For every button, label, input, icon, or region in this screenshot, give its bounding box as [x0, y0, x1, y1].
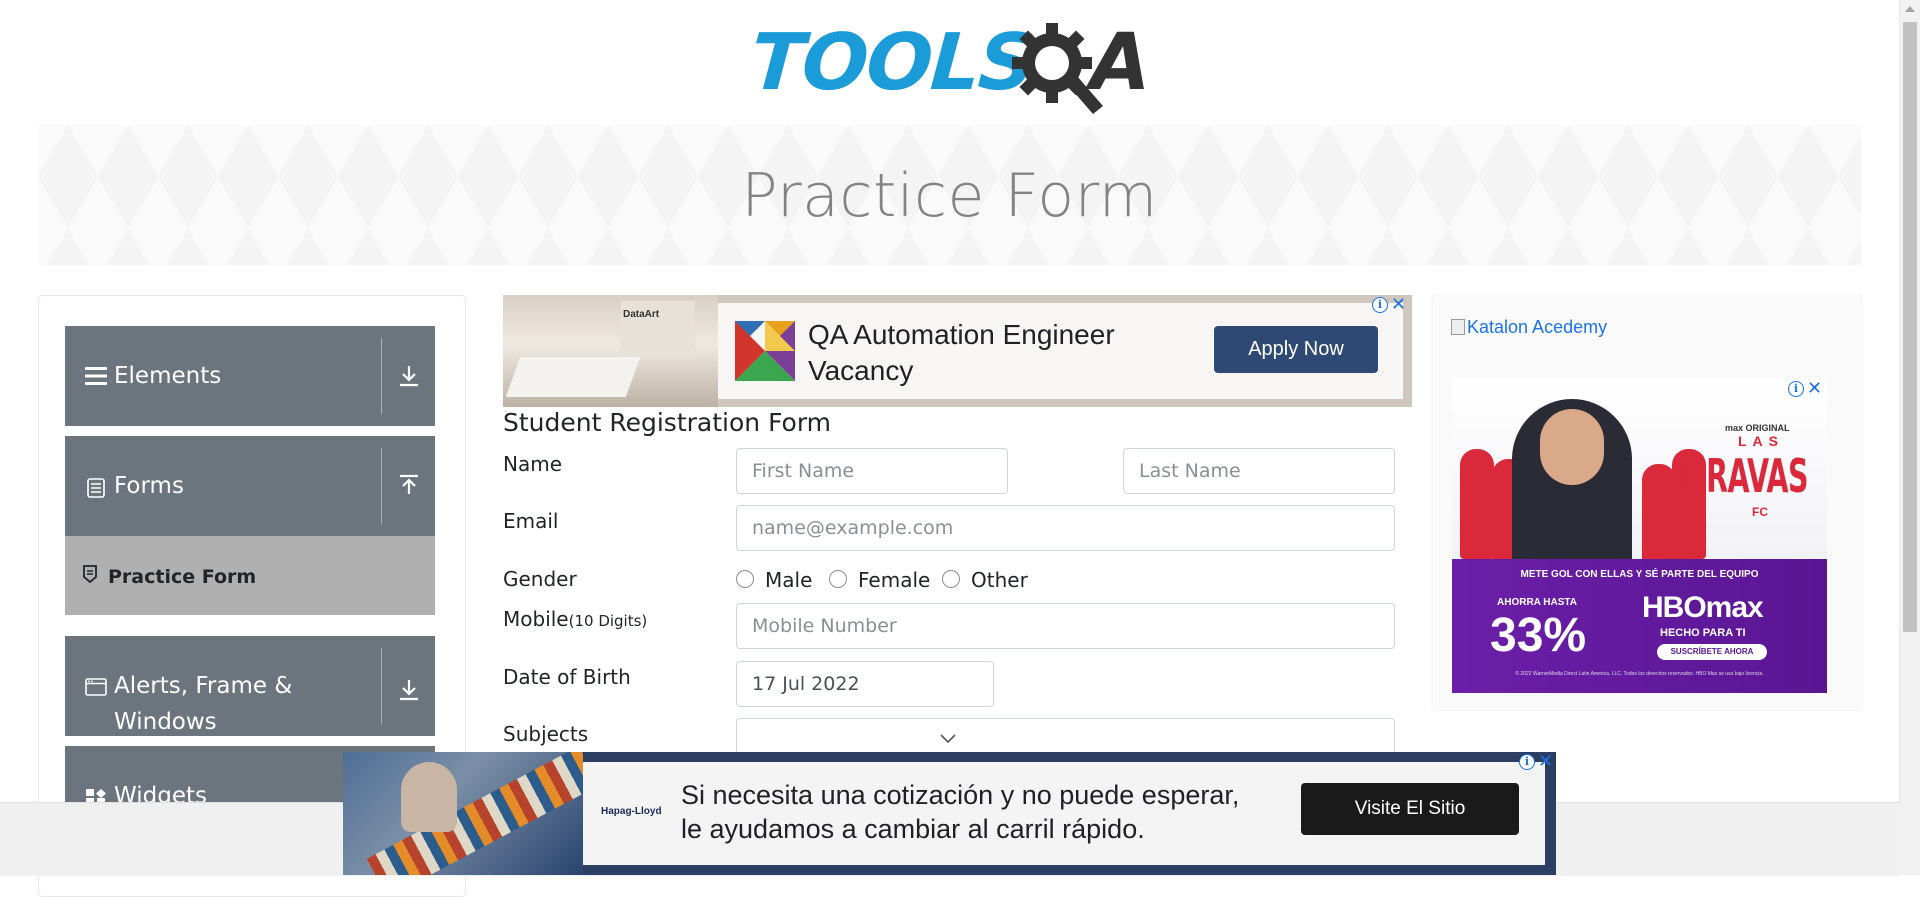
mobile-label-text: Mobile [503, 607, 569, 631]
ad-photo-brand: DataArt [623, 309, 660, 320]
date-of-birth-input[interactable]: 17 Jul 2022 [736, 661, 994, 707]
ad-text-line1: Si necesita una cotización y no puede es… [681, 780, 1240, 810]
email-input[interactable]: name@example.com [736, 505, 1395, 551]
ad-fc-text: FC [1752, 505, 1768, 519]
upload-arrow-icon[interactable] [395, 472, 423, 500]
ad-choices-controls[interactable]: i ✕ [1519, 752, 1553, 770]
mobile-hint: (10 Digits) [568, 612, 648, 630]
scrollbar-thumb[interactable] [1903, 22, 1917, 632]
nav-group-alerts-frame-windows[interactable]: Alerts, Frame & Windows [65, 636, 435, 736]
ad-info-icon[interactable]: i [1788, 381, 1804, 397]
ad-info-icon[interactable]: i [1519, 754, 1535, 770]
ad-headline: QA Automation Engineer Vacancy [808, 319, 1115, 386]
radio-circle[interactable] [942, 570, 960, 588]
toolsqa-logo[interactable]: TOOLS A [745, 14, 1165, 114]
hapag-lloyd-logo: Hapag-Lloyd [601, 806, 662, 817]
ad-banner-top[interactable]: DataArt QA Automation Engineer Vacancy A… [503, 295, 1412, 407]
document-icon [87, 478, 105, 498]
radio-label[interactable]: Male [765, 568, 812, 592]
nav-group-label: Elements [114, 363, 222, 389]
hamburger-icon [85, 367, 107, 385]
radio-label[interactable]: Other [971, 568, 1028, 592]
nav-item-practice-form[interactable]: Practice Form [65, 536, 435, 615]
ad-discount-percent: 33% [1490, 609, 1587, 662]
ad-card: Hapag-Lloyd Si necesita una cotización y… [583, 762, 1545, 865]
nav-group-divider [381, 648, 382, 724]
page-title: Practice Form [741, 161, 1158, 231]
logo-text-a: A [1090, 18, 1151, 108]
katalon-academy-broken-image[interactable]: Katalon Acedemy [1451, 317, 1607, 338]
ad-card: QA Automation Engineer Vacancy Apply Now [718, 303, 1403, 399]
broken-image-alt-text[interactable]: Katalon Acedemy [1467, 317, 1607, 337]
apply-now-button[interactable]: Apply Now [1214, 326, 1378, 373]
ad-poster-bottom: METE GOL CON ELLAS Y SÉ PARTE DEL EQUIPO… [1452, 559, 1827, 693]
ad-choices-controls[interactable]: i ✕ [1788, 379, 1822, 397]
nav-group-label: Forms [114, 473, 184, 499]
ad-office-photo: DataArt [503, 295, 718, 407]
ad-text-line2: le ayudamos a cambiar al carril rápido. [681, 814, 1145, 844]
page-scrollbar[interactable] [1899, 0, 1920, 875]
ad-ahorra-text: AHORRA HASTA [1497, 597, 1577, 608]
nav-group-divider [381, 338, 382, 414]
broken-image-icon [1451, 319, 1465, 335]
ad-photo-desk [505, 357, 641, 397]
ad-text: Si necesita una cotización y no puede es… [681, 778, 1261, 846]
hbomax-las-bravas-ad[interactable]: max ORIGINAL LAS BRAVAS FC METE GOL CON … [1452, 379, 1827, 693]
page-banner: Practice Form [38, 125, 1861, 265]
nav-group-label-line1: Alerts, Frame & [114, 673, 293, 699]
dataart-kite-logo-icon [735, 321, 795, 381]
nav-group-forms[interactable]: Forms [65, 436, 435, 536]
radio-circle[interactable] [829, 570, 847, 588]
visit-site-button[interactable]: Visite El Sitio [1301, 783, 1519, 835]
ad-close-icon[interactable]: ✕ [1538, 752, 1553, 770]
subjects-input[interactable] [736, 718, 1395, 752]
ad-poster-top: max ORIGINAL LAS BRAVAS FC [1452, 379, 1827, 574]
nav-group-elements[interactable]: Elements [65, 326, 435, 426]
ad-banner-bottom[interactable]: Hapag-Lloyd Si necesita una cotización y… [343, 752, 1556, 875]
nav-group-label-line2: Windows [114, 709, 217, 735]
ad-player-figure [1642, 464, 1676, 574]
last-name-input[interactable]: Last Name [1123, 448, 1395, 494]
ad-ship-containers [366, 752, 583, 875]
ad-bravas-title: BRAVAS [1685, 449, 1808, 503]
nav-item-label: Practice Form [108, 566, 257, 588]
window-icon [85, 678, 107, 696]
ad-player-figure [1460, 449, 1494, 559]
radio-label[interactable]: Female [858, 568, 930, 592]
ad-choices-controls[interactable]: i ✕ [1372, 295, 1406, 313]
ad-las-text: LAS [1738, 433, 1784, 449]
ad-info-icon[interactable]: i [1372, 297, 1388, 313]
mobile-number-input[interactable]: Mobile Number [736, 603, 1395, 649]
ad-tagline: METE GOL CON ELLAS Y SÉ PARTE DEL EQUIPO [1520, 569, 1759, 580]
chevron-down-icon[interactable] [939, 733, 957, 745]
ad-close-icon[interactable]: ✕ [1391, 295, 1406, 313]
name-label: Name [503, 452, 563, 476]
radio-circle[interactable] [736, 570, 754, 588]
first-name-input[interactable]: First Name [736, 448, 1008, 494]
logo-text-tools: TOOLS [747, 18, 1036, 108]
date-of-birth-label: Date of Birth [503, 665, 631, 689]
ad-close-icon[interactable]: ✕ [1807, 379, 1822, 397]
download-arrow-icon[interactable] [395, 676, 423, 704]
subjects-label: Subjects [503, 722, 589, 746]
ad-person-figure [401, 762, 457, 832]
form-badge-icon [83, 565, 97, 583]
ad-container-ship-photo [343, 752, 583, 875]
ad-hecho-text: HECHO PARA TI [1660, 627, 1746, 639]
ad-fine-print: © 2022 WarnerMedia Direct Latin America,… [1515, 671, 1764, 677]
scroll-up-arrow-icon[interactable] [1905, 6, 1915, 12]
hbomax-logo: HBOmax [1642, 591, 1764, 624]
download-arrow-icon[interactable] [395, 362, 423, 390]
max-original-badge: max ORIGINAL [1725, 423, 1790, 433]
email-label: Email [503, 509, 559, 533]
nav-group-divider [381, 448, 382, 524]
mobile-label: Mobile(10 Digits) [503, 607, 647, 631]
ad-sidebar-right[interactable]: Katalon Acedemy max ORIGINAL LAS BRAVAS … [1433, 295, 1861, 710]
subscribe-now-button[interactable]: SUSCRÍBETE AHORA [1657, 644, 1767, 660]
form-title: Student Registration Form [503, 408, 832, 437]
gender-label: Gender [503, 567, 577, 591]
ad-actor-face [1540, 409, 1604, 485]
